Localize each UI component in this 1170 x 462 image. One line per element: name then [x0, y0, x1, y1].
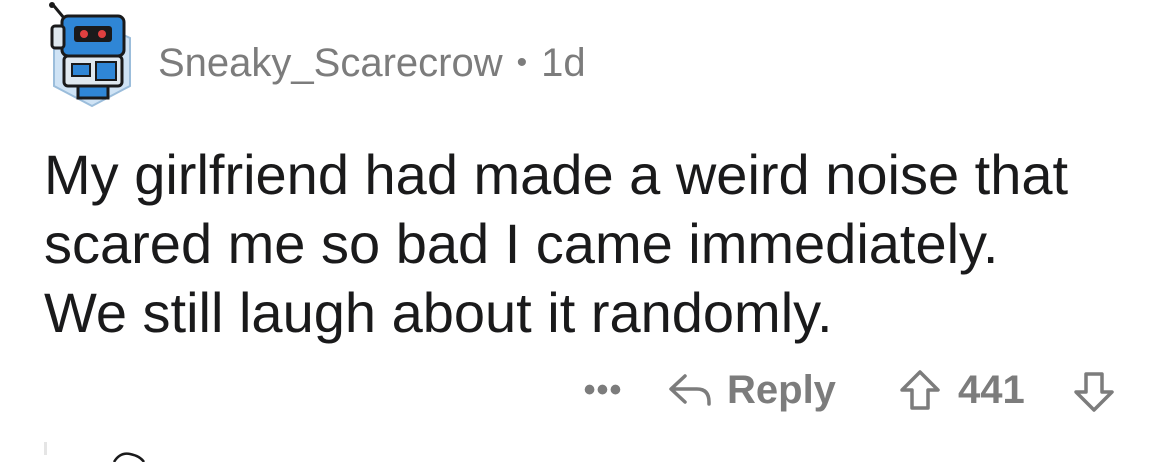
- upvote-button[interactable]: [898, 368, 942, 412]
- robot-avatar-icon[interactable]: [34, 2, 140, 108]
- reply-arrow-icon: [669, 374, 711, 406]
- comment-actions: ••• Reply 441: [0, 360, 1170, 420]
- comment: Sneaky_Scarecrow • 1d My girlfriend had …: [0, 0, 1170, 462]
- thread-line[interactable]: [44, 442, 47, 455]
- comment-header: Sneaky_Scarecrow • 1d: [158, 38, 586, 88]
- reply-label: Reply: [727, 367, 836, 412]
- username-link[interactable]: Sneaky_Scarecrow: [158, 41, 503, 86]
- reply-button[interactable]: Reply: [667, 360, 836, 420]
- upvote-arrow-icon: [900, 370, 940, 410]
- more-options-button[interactable]: •••: [578, 360, 628, 420]
- comment-line: scared me so bad I came immediately.: [44, 212, 999, 275]
- next-comment-avatar-icon: [112, 452, 146, 462]
- comment-line: My girlfriend had made a weird noise tha…: [44, 143, 1069, 206]
- meta-separator: •: [516, 46, 528, 79]
- vote-score: 441: [958, 367, 1025, 412]
- comment-body: My girlfriend had made a weird noise tha…: [44, 140, 1154, 347]
- comment-line: We still laugh about it randomly.: [44, 281, 833, 344]
- comment-age: 1d: [541, 40, 586, 85]
- downvote-button[interactable]: [1072, 370, 1116, 414]
- downvote-arrow-icon: [1074, 372, 1114, 412]
